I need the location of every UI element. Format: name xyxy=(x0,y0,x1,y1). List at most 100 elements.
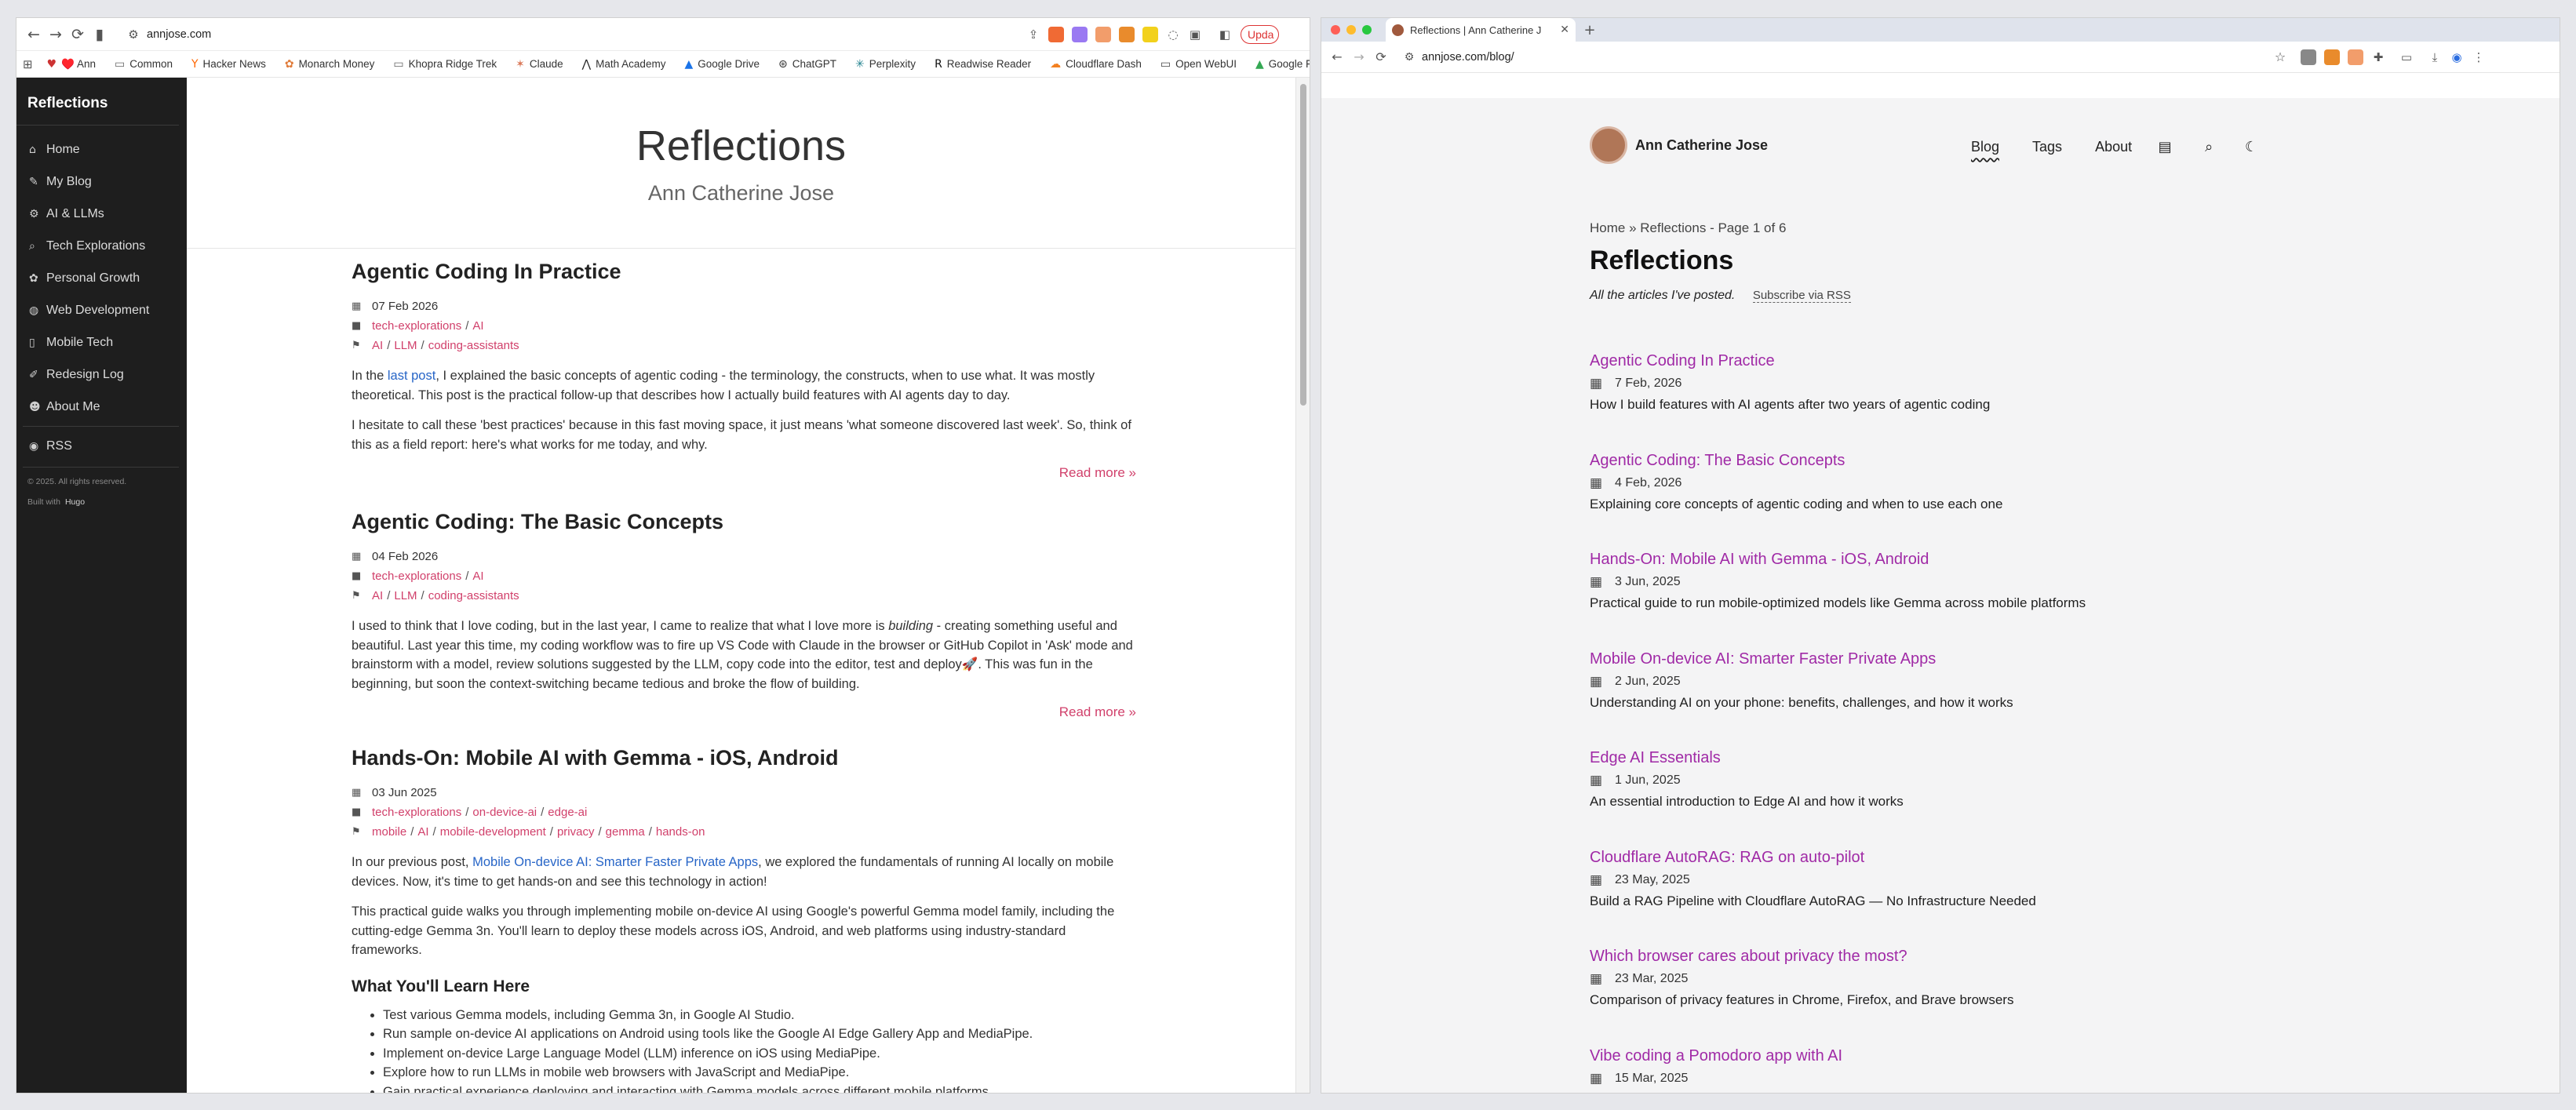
category-link[interactable]: on-device-ai xyxy=(472,806,537,819)
bookmark-item[interactable]: ▭ Khopra Ridge Trek xyxy=(393,58,497,71)
article-title-link[interactable]: Agentic Coding: The Basic Concepts xyxy=(1590,452,1845,469)
zoom-window-icon[interactable] xyxy=(1362,25,1372,35)
extension-butterfly-icon[interactable] xyxy=(1095,26,1111,42)
apps-grid-icon[interactable]: ⊞ xyxy=(23,53,33,75)
search-icon[interactable]: ⌕ xyxy=(2198,136,2220,158)
sidebar-item-home[interactable]: ⌂ Home xyxy=(16,133,187,166)
tag-link[interactable]: AI xyxy=(417,825,428,839)
article-title-link[interactable]: Cloudflare AutoRAG: RAG on auto-pilot xyxy=(1590,849,1864,866)
chat-icon[interactable]: ◌ xyxy=(1162,24,1184,45)
reload-icon[interactable]: ⟳ xyxy=(1370,46,1392,68)
back-icon[interactable]: ← xyxy=(1326,46,1348,68)
read-more-link[interactable]: Read more » xyxy=(352,704,1136,720)
tag-link[interactable]: coding-assistants xyxy=(428,339,519,352)
sidebar-item-about-me[interactable]: ☻ About Me xyxy=(16,391,187,423)
bookmark-item[interactable]: ▭ Common xyxy=(115,58,173,71)
archive-icon[interactable]: ▤ xyxy=(2154,136,2176,158)
category-link[interactable]: AI xyxy=(472,570,483,583)
post-title[interactable]: Agentic Coding: The Basic Concepts xyxy=(352,510,1136,534)
last-post-link[interactable]: last post xyxy=(388,369,435,383)
address-bar[interactable]: ⚙ annjose.com/blog/ ☆ xyxy=(1397,45,2291,69)
sidebar-item-web-development[interactable]: ◍ Web Development xyxy=(16,294,187,326)
update-button[interactable]: Upda xyxy=(1241,24,1280,44)
cast-icon[interactable]: ▭ xyxy=(2396,46,2418,68)
extensions-puzzle-icon[interactable]: ✚ xyxy=(2367,46,2389,68)
bookmark-item[interactable]: ♥ ♥️ Ann xyxy=(47,58,96,71)
site-settings-icon[interactable]: ⚙ xyxy=(125,24,142,45)
article-title-link[interactable]: Hands-On: Mobile AI with Gemma - iOS, An… xyxy=(1590,551,1929,568)
read-more-link[interactable]: Read more » xyxy=(352,465,1136,481)
extension-folder-icon[interactable] xyxy=(2324,49,2340,65)
sidebar-item-rss[interactable]: ◉ RSS xyxy=(16,430,187,462)
bookmark-item[interactable]: ⋀ Math Academy xyxy=(582,58,666,71)
category-link[interactable]: tech-explorations xyxy=(372,806,461,819)
sidebar-item-my-blog[interactable]: ✎ My Blog xyxy=(16,166,187,198)
category-link[interactable]: AI xyxy=(472,319,483,333)
post-title[interactable]: Hands-On: Mobile AI with Gemma - iOS, An… xyxy=(352,746,1136,770)
forward-icon[interactable]: → xyxy=(45,24,67,45)
sidebar-item-mobile-tech[interactable]: ▯ Mobile Tech xyxy=(16,326,187,358)
sidebar-brand[interactable]: Reflections xyxy=(16,78,179,126)
tag-link[interactable]: gemma xyxy=(606,825,645,839)
star-icon[interactable]: ☆ xyxy=(2269,46,2291,68)
sidebar-item-personal-growth[interactable]: ✿ Personal Growth xyxy=(16,262,187,294)
dark-mode-icon[interactable]: ☾ xyxy=(2240,136,2262,158)
share-icon[interactable]: ⇪ xyxy=(1022,24,1044,45)
forward-icon[interactable]: → xyxy=(1348,46,1370,68)
article-title-link[interactable]: Vibe coding a Pomodoro app with AI xyxy=(1590,1047,1842,1065)
nav-tags[interactable]: Tags xyxy=(2032,139,2062,155)
back-icon[interactable]: ← xyxy=(23,24,45,45)
sidepanel-icon[interactable]: ◧ xyxy=(1214,24,1236,45)
site-logo[interactable]: Ann Catherine Jose xyxy=(1590,126,1768,164)
article-title-link[interactable]: Which browser cares about privacy the mo… xyxy=(1590,948,1907,965)
tag-link[interactable]: mobile-development xyxy=(440,825,546,839)
extension-purple-icon[interactable] xyxy=(1072,26,1088,42)
menu-icon[interactable]: ⋮ xyxy=(2468,46,2490,68)
tag-link[interactable]: privacy xyxy=(557,825,595,839)
close-tab-icon[interactable]: ✕ xyxy=(1560,24,1569,36)
bookmark-item[interactable]: ▲ Google Drive xyxy=(684,58,760,71)
tag-link[interactable]: LLM xyxy=(394,589,417,602)
bookmark-item[interactable]: R Readwise Reader xyxy=(935,58,1031,71)
hugo-link[interactable]: Hugo xyxy=(65,497,85,507)
tag-link[interactable]: AI xyxy=(372,589,383,602)
bookmark-item[interactable]: ▭ Open WebUI xyxy=(1160,58,1237,71)
extension-folder-icon[interactable] xyxy=(1119,26,1135,42)
extension-s-icon[interactable] xyxy=(2301,49,2316,65)
active-tab[interactable]: Reflections | Ann Catherine J ✕ xyxy=(1386,18,1576,42)
tag-link[interactable]: AI xyxy=(372,339,383,352)
extension-butterfly-icon[interactable] xyxy=(2348,49,2363,65)
category-link[interactable]: tech-explorations xyxy=(372,570,461,583)
breadcrumb[interactable]: Home » Reflections - Page 1 of 6 xyxy=(1590,220,1786,236)
nav-blog[interactable]: Blog xyxy=(1971,139,1999,155)
tag-link[interactable]: hands-on xyxy=(656,825,705,839)
post-title[interactable]: Agentic Coding In Practice xyxy=(352,260,1136,284)
article-title-link[interactable]: Mobile On-device AI: Smarter Faster Priv… xyxy=(1590,650,1936,668)
tag-link[interactable]: mobile xyxy=(372,825,406,839)
bookmark-item[interactable]: ✿ Monarch Money xyxy=(285,58,375,71)
site-title[interactable]: Reflections xyxy=(187,122,1295,170)
bookmark-item[interactable]: ☁ Cloudflare Dash xyxy=(1050,58,1142,71)
brave-shield-icon[interactable] xyxy=(1048,26,1064,42)
sidebar-item-ai-llms[interactable]: ⚙ AI & LLMs xyxy=(16,198,187,230)
nav-about[interactable]: About xyxy=(2095,139,2132,155)
tag-link[interactable]: coding-assistants xyxy=(428,589,519,602)
bookmark-icon[interactable]: ▮ xyxy=(89,24,111,45)
category-link[interactable]: edge-ai xyxy=(548,806,587,819)
extension-r-icon[interactable] xyxy=(1142,26,1158,42)
address-bar[interactable]: ⚙ annjose.com ⇪ xyxy=(118,23,1044,46)
download-icon[interactable]: ⤓ xyxy=(2424,46,2446,68)
reload-icon[interactable]: ⟳ xyxy=(67,24,89,45)
article-title-link[interactable]: Edge AI Essentials xyxy=(1590,749,1721,766)
scroll-thumb[interactable] xyxy=(1300,84,1306,406)
new-tab-icon[interactable]: + xyxy=(1579,19,1601,41)
bookmark-item[interactable]: ✶ Claude xyxy=(516,58,563,71)
url-text[interactable]: annjose.com xyxy=(147,28,211,41)
sidebar-item-tech-explorations[interactable]: ⌕ Tech Explorations xyxy=(16,230,187,262)
url-text[interactable]: annjose.com/blog/ xyxy=(1422,51,1514,64)
article-title-link[interactable]: Agentic Coding In Practice xyxy=(1590,352,1775,369)
bookmark-item[interactable]: ▲ Google Finance xyxy=(1255,58,1310,71)
sidebar-item-redesign-log[interactable]: ✐ Redesign Log xyxy=(16,358,187,391)
bookmark-item[interactable]: ⊛ ChatGPT xyxy=(778,58,836,71)
tag-link[interactable]: LLM xyxy=(394,339,417,352)
